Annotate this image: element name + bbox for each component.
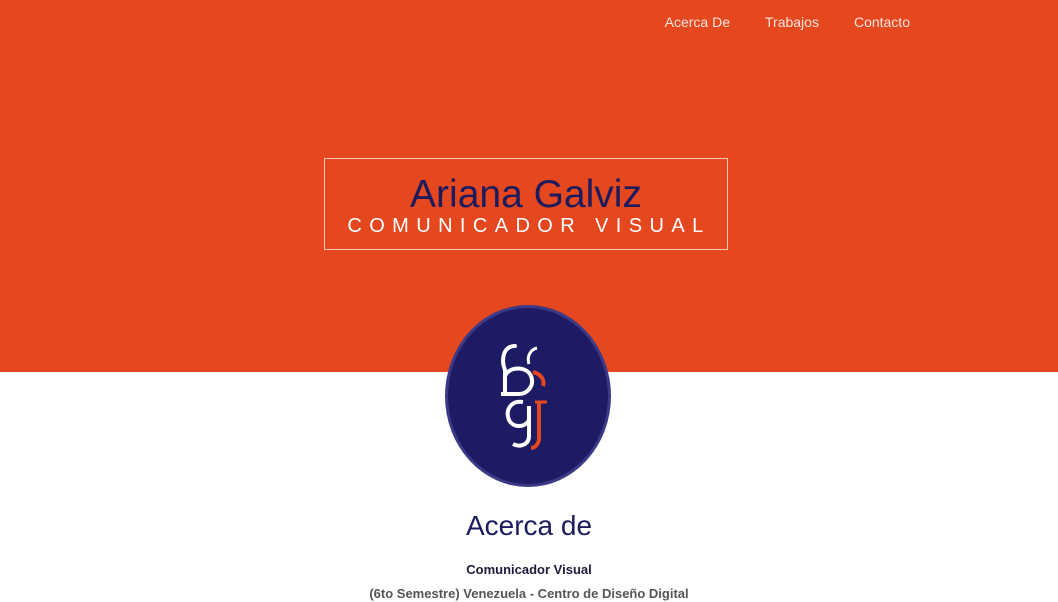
hero-role: COMUNICADOR VISUAL: [347, 215, 711, 237]
nav-link-contacto[interactable]: Contacto: [854, 14, 910, 30]
hero-name: Ariana Galviz: [410, 173, 642, 216]
top-nav: Acerca De Trabajos Contacto: [665, 14, 910, 30]
about-detail: (6to Semestre) Venezuela - Centro de Dis…: [369, 586, 689, 601]
nav-link-acerca-de[interactable]: Acerca De: [665, 14, 730, 30]
nav-link-trabajos[interactable]: Trabajos: [765, 14, 819, 30]
about-subtitle: Comunicador Visual: [466, 562, 592, 577]
logo-avatar: [448, 308, 608, 484]
hero-title-box: Ariana Galviz COMUNICADOR VISUAL: [324, 158, 728, 250]
ag-monogram-icon: [501, 344, 547, 450]
about-heading: Acerca de: [465, 510, 593, 541]
